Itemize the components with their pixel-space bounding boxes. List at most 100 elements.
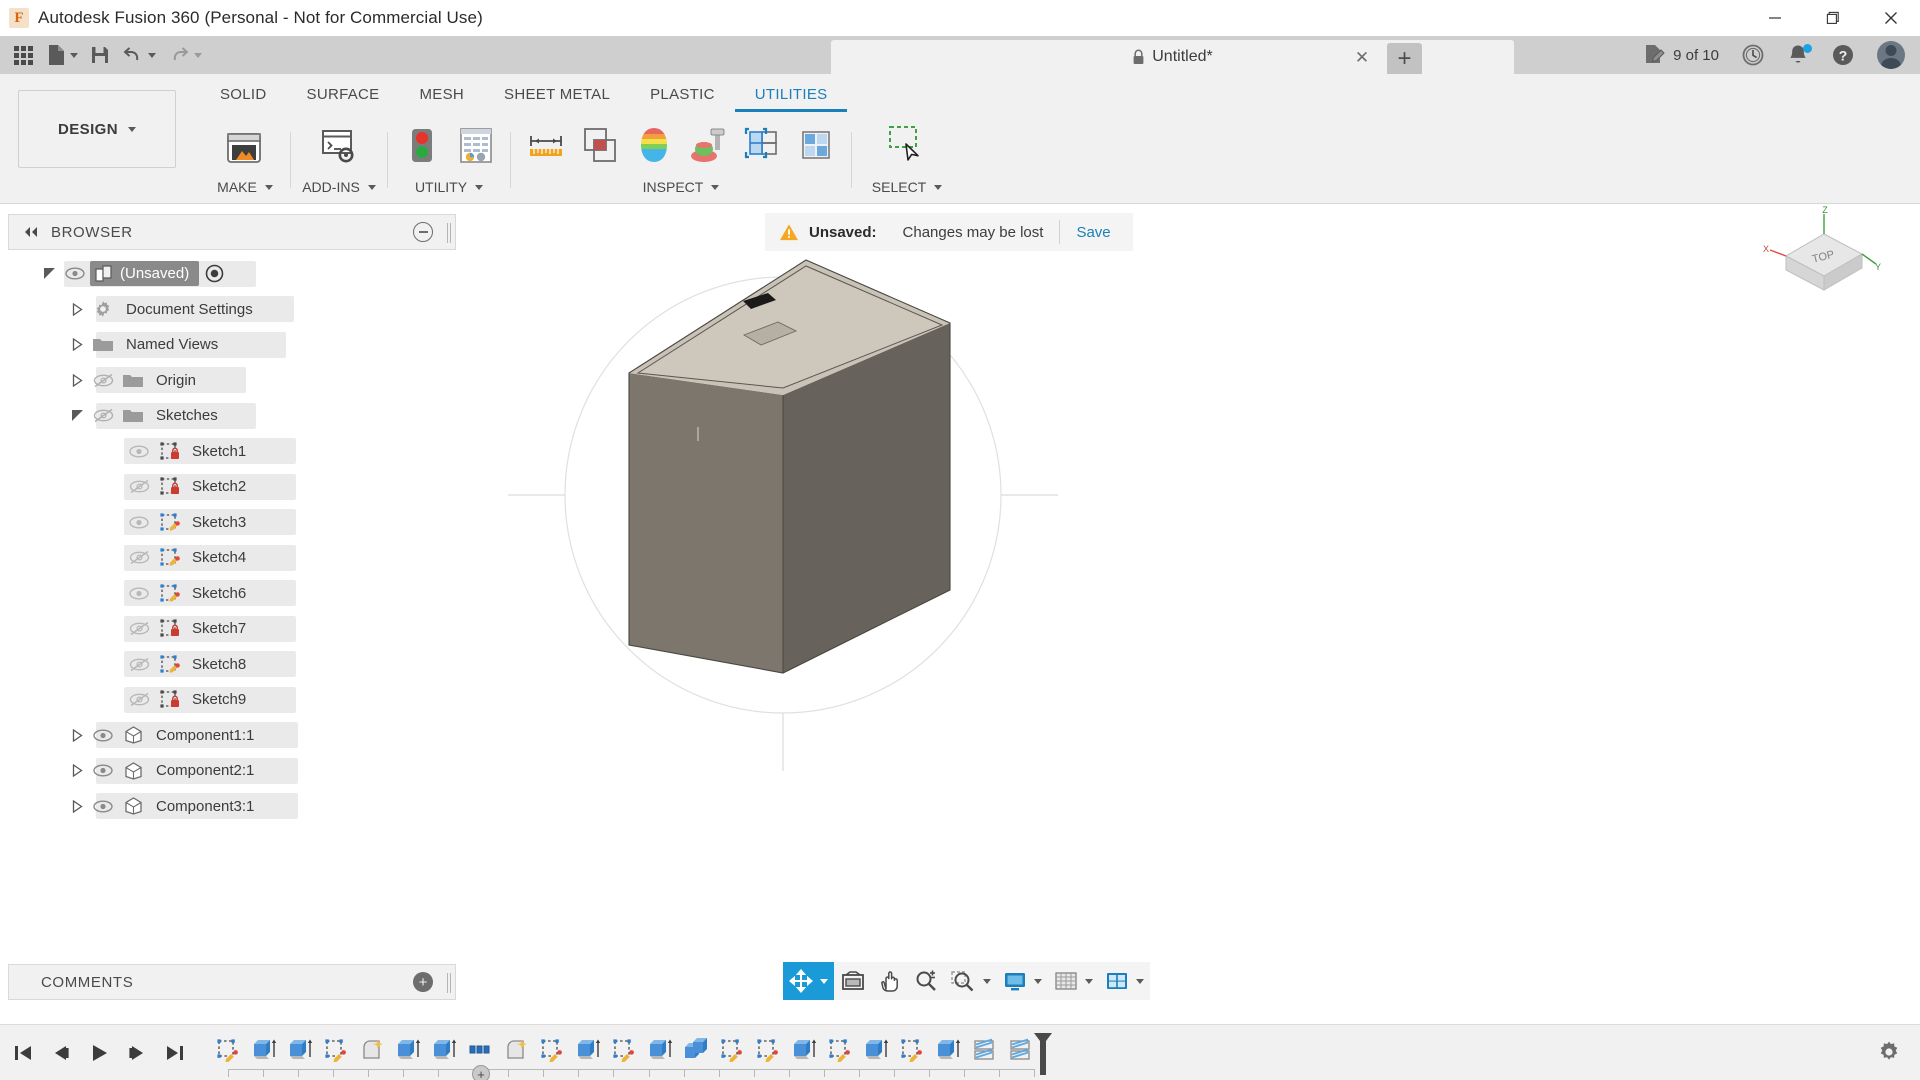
expand-triangle-collapsed-icon[interactable] [66,338,88,352]
show-data-panel-icon[interactable] [450,119,502,171]
sketch-feature-icon[interactable] [318,1031,354,1069]
sketch-feature-icon[interactable] [606,1031,642,1069]
expand-triangle-collapsed-icon[interactable] [66,373,88,387]
interference-icon[interactable] [574,119,626,171]
window-selection-icon[interactable] [881,119,933,171]
go-to-beginning-icon[interactable] [10,1040,36,1066]
expand-triangle-collapsed-icon[interactable] [66,764,88,778]
compute-all-icon[interactable] [396,119,448,171]
tree-row-sketch1[interactable]: Sketch1 [8,434,456,470]
tree-row-unsaved[interactable]: (Unsaved) [8,256,456,292]
chevron-down-icon[interactable] [820,978,828,984]
grid-and-snaps-button[interactable] [1048,962,1099,1000]
sketch-feature-icon[interactable] [894,1031,930,1069]
viewports-button[interactable] [1099,962,1150,1000]
tab-solid[interactable]: SOLID [200,80,287,108]
look-at-button[interactable] [834,962,872,1000]
jobs-status[interactable]: 9 of 10 [1635,38,1728,72]
tab-sheet-metal[interactable]: SHEET METAL [484,80,630,108]
visibility-eye-icon[interactable] [88,800,118,813]
sketch-feature-icon[interactable] [750,1031,786,1069]
step-forward-icon[interactable] [124,1040,150,1066]
tree-row-component1[interactable]: Component1:1 [8,718,456,754]
sketch-feature-icon[interactable] [210,1031,246,1069]
tree-row-sketches[interactable]: Sketches [8,398,456,434]
viewport-canvas[interactable] [456,205,1920,1025]
combine-feature-icon[interactable] [678,1031,714,1069]
expand-triangle-collapsed-icon[interactable] [66,302,88,316]
chevron-down-icon[interactable] [1136,978,1144,984]
visibility-eye-icon[interactable] [60,267,90,280]
display-component-colors-icon[interactable] [790,119,842,171]
visibility-eye-icon[interactable] [124,587,154,600]
extrude-feature-icon[interactable] [858,1031,894,1069]
new-tab-button[interactable]: + [1387,43,1422,74]
visibility-eye-icon[interactable] [88,764,118,777]
redo-icon[interactable] [163,39,207,71]
3d-print-icon[interactable] [219,119,271,171]
fillet-feature-icon[interactable] [354,1031,390,1069]
tree-row-sketch4[interactable]: Sketch4 [8,540,456,576]
zoom-button[interactable] [908,962,944,1000]
tree-row-sketch8[interactable]: Sketch8 [8,647,456,683]
zebra-analysis-icon[interactable] [682,119,734,171]
go-to-end-icon[interactable] [162,1040,188,1066]
tree-row-origin[interactable]: Origin [8,363,456,399]
history-button[interactable] [1732,38,1774,72]
tree-root-selected[interactable]: (Unsaved) [90,261,200,287]
sketch-feature-icon[interactable] [534,1031,570,1069]
tree-row-named-views[interactable]: Named Views [8,327,456,363]
thread-feature-icon[interactable] [966,1031,1002,1069]
visibility-eye-icon[interactable] [124,516,154,529]
scripts-and-addins-icon[interactable] [313,119,365,171]
app-grid-icon[interactable] [6,39,40,71]
chevron-down-icon[interactable] [1034,978,1042,984]
banner-save-link[interactable]: Save [1076,224,1132,241]
measure-icon[interactable] [520,119,572,171]
sketch-feature-icon[interactable] [822,1031,858,1069]
timeline-track[interactable] [228,1069,1035,1077]
visibility-eye-icon[interactable] [124,445,154,458]
extrude-feature-icon[interactable] [390,1031,426,1069]
expand-triangle-expanded-icon[interactable] [38,267,60,280]
comments-panel[interactable]: COMMENTS + [8,964,456,1000]
sketch-feature-icon[interactable] [714,1031,750,1069]
extrude-feature-icon[interactable] [786,1031,822,1069]
pattern-feature-icon[interactable] [462,1031,498,1069]
section-analysis-icon[interactable] [736,119,788,171]
extrude-feature-icon[interactable] [426,1031,462,1069]
view-cube[interactable]: TOP Z X Y [1762,205,1882,316]
fillet-feature-icon[interactable] [498,1031,534,1069]
help-button[interactable]: ? [1822,38,1864,72]
tree-row-document-settings[interactable]: Document Settings [8,292,456,328]
maximize-button[interactable] [1804,0,1862,36]
workspace-selector[interactable]: DESIGN [18,90,176,168]
chevron-down-icon[interactable] [983,978,991,984]
visibility-eye-hidden-icon[interactable] [88,408,118,423]
close-button[interactable] [1862,0,1920,36]
panel-resize-grip[interactable] [447,223,451,243]
account-button[interactable] [1868,38,1914,72]
expand-triangle-collapsed-icon[interactable] [66,799,88,813]
orbit-button[interactable] [783,962,834,1000]
play-icon[interactable] [86,1040,112,1066]
chevron-down-icon[interactable] [1085,978,1093,984]
curvature-map-icon[interactable] [628,119,680,171]
document-tab-close-icon[interactable]: ✕ [1352,48,1372,68]
visibility-eye-hidden-icon[interactable] [124,479,154,494]
panel-resize-grip[interactable] [447,973,451,993]
extrude-feature-icon[interactable] [246,1031,282,1069]
expand-triangle-expanded-icon[interactable] [66,409,88,422]
add-comment-icon[interactable]: + [413,972,433,992]
visibility-eye-hidden-icon[interactable] [124,621,154,636]
tree-row-sketch7[interactable]: Sketch7 [8,611,456,647]
tab-mesh[interactable]: MESH [399,80,484,108]
new-document-icon[interactable] [42,39,83,71]
extrude-feature-icon[interactable] [282,1031,318,1069]
notifications-button[interactable] [1778,38,1818,72]
step-back-icon[interactable] [48,1040,74,1066]
minimize-button[interactable] [1746,0,1804,36]
tab-surface[interactable]: SURFACE [287,80,400,108]
pan-button[interactable] [872,962,908,1000]
visibility-eye-icon[interactable] [88,729,118,742]
